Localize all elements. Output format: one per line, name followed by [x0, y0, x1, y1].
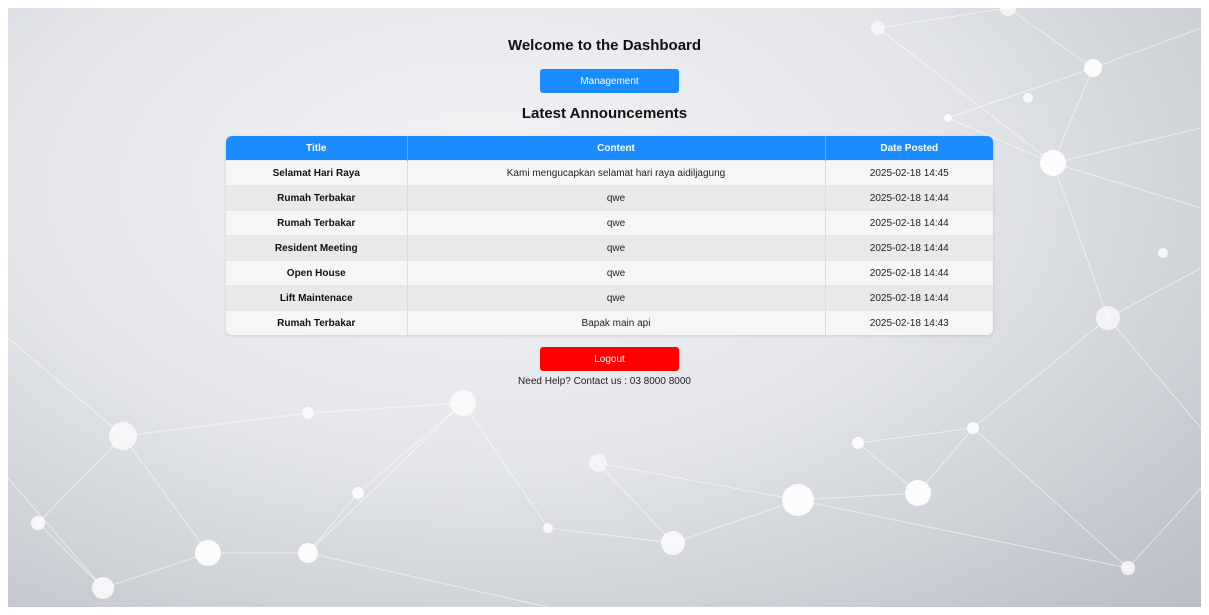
announcement-date: 2025-02-18 14:44: [825, 210, 993, 236]
table-row: Resident Meeting qwe 2025-02-18 14:44: [226, 235, 993, 261]
announcement-date: 2025-02-18 14:45: [825, 160, 993, 186]
announcement-title: Rumah Terbakar: [226, 210, 408, 236]
announcement-content: qwe: [407, 285, 826, 311]
column-header-content: Content: [407, 136, 826, 161]
announcement-content: qwe: [407, 235, 826, 261]
management-button[interactable]: Management: [540, 69, 679, 93]
table-header-row: Title Content Date Posted: [226, 136, 993, 161]
table-row: Rumah Terbakar qwe 2025-02-18 14:44: [226, 210, 993, 236]
announcements-heading: Latest Announcements: [521, 105, 688, 122]
announcement-date: 2025-02-18 14:44: [825, 235, 993, 261]
announcement-title: Resident Meeting: [226, 235, 408, 261]
announcement-content: Kami mengucapkan selamat hari raya aidil…: [407, 160, 826, 186]
announcement-date: 2025-02-18 14:44: [825, 285, 993, 311]
announcement-content: qwe: [407, 210, 826, 236]
table-row: Rumah Terbakar qwe 2025-02-18 14:44: [226, 185, 993, 211]
announcement-date: 2025-02-18 14:43: [825, 310, 993, 335]
announcement-title: Selamat Hari Raya: [226, 160, 408, 186]
announcement-title: Rumah Terbakar: [226, 310, 408, 335]
table-row: Selamat Hari Raya Kami mengucapkan selam…: [226, 160, 993, 186]
column-header-date-posted: Date Posted: [825, 136, 993, 161]
announcement-content: Bapak main api: [407, 310, 826, 335]
logout-button[interactable]: Logout: [540, 347, 679, 371]
table-row: Open House qwe 2025-02-18 14:44: [226, 260, 993, 286]
announcements-table: Title Content Date Posted Selamat Hari R…: [226, 136, 993, 335]
announcement-content: qwe: [407, 260, 826, 286]
page-title: Welcome to the Dashboard: [507, 37, 702, 54]
column-header-title: Title: [226, 136, 408, 161]
announcement-title: Rumah Terbakar: [226, 185, 408, 211]
help-contact-text: Need Help? Contact us : 03 8000 8000: [518, 376, 691, 387]
announcement-title: Open House: [226, 260, 408, 286]
announcement-title: Lift Maintenace: [226, 285, 408, 311]
table-row: Rumah Terbakar Bapak main api 2025-02-18…: [226, 310, 993, 335]
announcement-content: qwe: [407, 185, 826, 211]
announcement-date: 2025-02-18 14:44: [825, 185, 993, 211]
table-row: Lift Maintenace qwe 2025-02-18 14:44: [226, 285, 993, 311]
page-background: Welcome to the Dashboard Management Late…: [8, 8, 1201, 607]
announcement-date: 2025-02-18 14:44: [825, 260, 993, 286]
